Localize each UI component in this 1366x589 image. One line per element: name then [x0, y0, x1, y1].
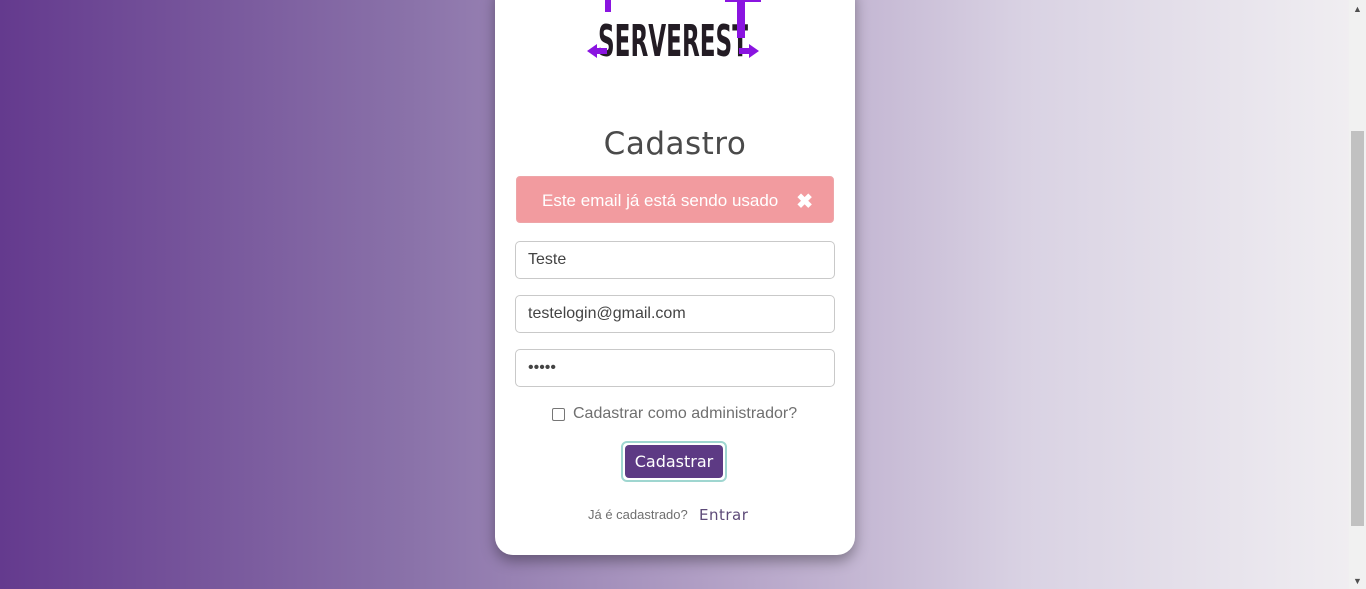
serverest-logo-text: SERVEREST	[598, 16, 748, 64]
admin-checkbox-label: Cadastrar como administrador?	[573, 405, 798, 422]
password-input[interactable]	[515, 349, 835, 387]
alert-message: Este email já está sendo usado	[542, 191, 779, 210]
scroll-down-icon[interactable]: ▼	[1349, 572, 1366, 589]
submit-button-focus-ring: Cadastrar	[621, 441, 727, 482]
admin-checkbox-row[interactable]: Cadastrar como administrador?	[552, 405, 797, 423]
name-input[interactable]	[515, 241, 835, 279]
vertical-scrollbar[interactable]: ▲ ▼	[1349, 0, 1366, 589]
admin-checkbox[interactable]	[552, 407, 565, 421]
scroll-up-icon[interactable]: ▲	[1349, 0, 1366, 17]
error-alert: Este email já está sendo usado ✖	[516, 176, 834, 223]
serverest-logo: SERVEREST	[587, 0, 761, 64]
login-link[interactable]: Entrar	[699, 506, 748, 524]
close-icon[interactable]: ✖	[796, 189, 813, 214]
register-button[interactable]: Cadastrar	[625, 445, 723, 478]
already-registered-text: Já é cadastrado?	[588, 507, 688, 522]
scrollbar-thumb[interactable]	[1351, 131, 1364, 526]
email-input[interactable]	[515, 295, 835, 333]
page-title: Cadastro	[603, 126, 747, 162]
